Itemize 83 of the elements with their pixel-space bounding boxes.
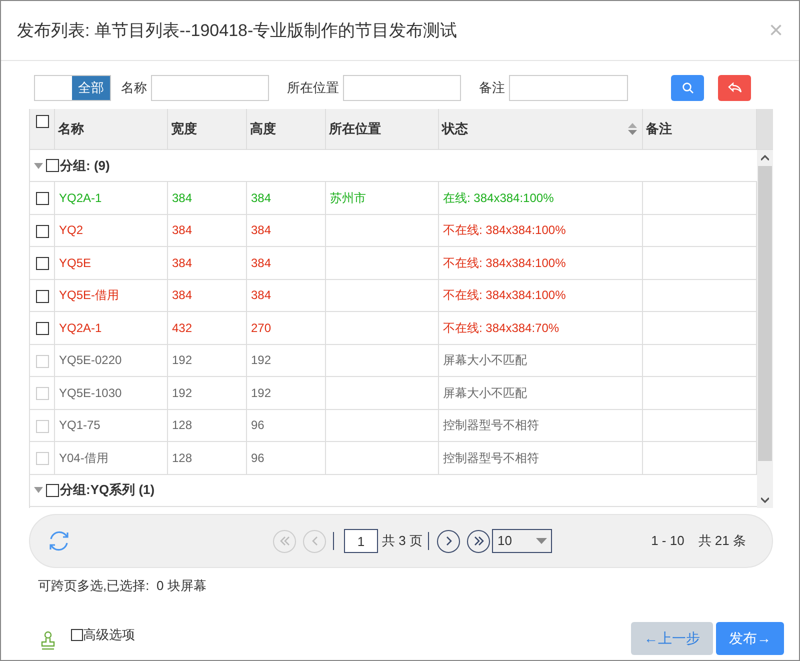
dropdown-icon bbox=[536, 538, 548, 544]
table-cell-text: Y04-借用 bbox=[59, 450, 108, 467]
table-cell-text: 384 bbox=[251, 287, 272, 304]
search-icon bbox=[682, 82, 694, 94]
text-field[interactable] bbox=[509, 75, 628, 101]
field-label: 所在位置 bbox=[287, 79, 339, 98]
table-cell-text: 192 bbox=[172, 352, 192, 370]
table-cell-text: 96 bbox=[251, 450, 264, 467]
table-cell-text: 192 bbox=[251, 352, 272, 370]
table-cell-text: 苏州市 bbox=[330, 190, 366, 207]
double-chevron-left-icon bbox=[278, 535, 290, 547]
table-cell-text: 384 bbox=[251, 190, 272, 207]
total-text: 共 21 条 bbox=[698, 532, 746, 550]
table-cell-text: 不在线: 384x384:100% bbox=[443, 222, 566, 240]
table-cell-text: 270 bbox=[251, 320, 272, 337]
expand-icon[interactable] bbox=[34, 487, 43, 493]
table-cell-text: 不在线: 384x384:100% bbox=[443, 287, 566, 304]
table-cell-text: YQ5E-借用 bbox=[59, 287, 120, 304]
table-cell-text: YQ5E-0220 bbox=[59, 352, 122, 370]
scroll-up-icon[interactable] bbox=[761, 155, 769, 161]
checkbox[interactable] bbox=[46, 159, 59, 172]
group-label: 分组: (9) bbox=[60, 156, 110, 175]
table-cell-text: 384 bbox=[172, 190, 192, 207]
undo-icon bbox=[728, 82, 742, 94]
table-cell-text: 在线: 384x384:100% bbox=[443, 190, 554, 207]
table-cell-text: 128 bbox=[172, 417, 192, 434]
column-header: 宽度 bbox=[168, 109, 247, 149]
table-cell-text: 192 bbox=[251, 384, 272, 402]
table-cell-text: 192 bbox=[172, 384, 192, 402]
column-header: 高度 bbox=[247, 109, 326, 149]
field-label: 备注 bbox=[479, 79, 505, 98]
table-cell-text: 128 bbox=[172, 450, 192, 467]
table-cell-text: YQ2 bbox=[59, 222, 84, 240]
all-toggle[interactable]: 全部 bbox=[34, 75, 111, 101]
column-header: 名称 bbox=[55, 109, 168, 149]
advanced-options-checkbox[interactable]: 高级选项 bbox=[71, 625, 135, 645]
page-count: 共 3 页 bbox=[382, 532, 422, 550]
table-cell-text: 屏幕大小不匹配 bbox=[443, 352, 527, 370]
range-text: 1 - 10 bbox=[651, 532, 684, 550]
field-label: 名称 bbox=[121, 79, 147, 98]
table-cell-text: 96 bbox=[251, 417, 264, 434]
expand-icon[interactable] bbox=[34, 162, 43, 168]
last-page-button[interactable] bbox=[467, 530, 490, 552]
column-header[interactable]: 状态 bbox=[439, 109, 643, 149]
checkbox[interactable] bbox=[36, 322, 48, 335]
reset-button[interactable] bbox=[718, 75, 751, 101]
table-cell-text: YQ2A-1 bbox=[59, 190, 102, 207]
checkbox[interactable] bbox=[36, 257, 48, 270]
table-cell-text: 屏幕大小不匹配 bbox=[443, 384, 527, 402]
window-title: 发布列表: 单节目列表--190418-专业版制作的节目发布测试 bbox=[17, 20, 458, 42]
table-cell-text: YQ1-75 bbox=[59, 417, 100, 434]
table-cell-text: 384 bbox=[251, 254, 272, 272]
sort-icon[interactable] bbox=[628, 123, 637, 135]
search-button[interactable] bbox=[671, 75, 704, 101]
table-cell-text: YQ5E bbox=[59, 254, 92, 272]
table-cell-text: 控制器型号不相符 bbox=[443, 417, 539, 434]
table-cell-text: 384 bbox=[172, 287, 192, 304]
table-cell-text: 432 bbox=[172, 320, 192, 337]
selection-note: 可跨页多选,已选择: 0 块屏幕 bbox=[38, 577, 206, 595]
text-field[interactable] bbox=[151, 75, 269, 101]
checkbox[interactable] bbox=[36, 290, 48, 302]
table-cell-text: YQ2A-1 bbox=[59, 320, 102, 337]
group-label: 分组:YQ系列 (1) bbox=[60, 481, 155, 500]
next-page-button[interactable] bbox=[437, 530, 460, 552]
table-cell-text: 不在线: 384x384:70% bbox=[443, 320, 560, 337]
page-field[interactable]: 1 bbox=[344, 529, 378, 553]
column-header: 所在位置 bbox=[326, 109, 439, 149]
double-chevron-right-icon bbox=[472, 535, 485, 547]
stamp-icon bbox=[41, 631, 55, 651]
checkbox[interactable] bbox=[36, 224, 48, 238]
checkbox[interactable] bbox=[46, 484, 59, 496]
table-cell-text: 不在线: 384x384:100% bbox=[443, 254, 566, 272]
table-cell-text: 384 bbox=[251, 222, 272, 240]
page-size-select[interactable]: 10 bbox=[492, 529, 552, 553]
table-cell-text: 384 bbox=[172, 254, 192, 272]
table-cell-text: YQ5E-1030 bbox=[59, 384, 122, 402]
checkbox[interactable] bbox=[36, 192, 48, 205]
checkbox[interactable] bbox=[36, 115, 48, 128]
table-cell-text: 控制器型号不相符 bbox=[443, 450, 539, 467]
scrollbar[interactable] bbox=[757, 150, 773, 508]
table-cell-text: 384 bbox=[172, 222, 192, 240]
scroll-down-icon[interactable] bbox=[761, 497, 769, 503]
text-field[interactable] bbox=[343, 75, 461, 101]
